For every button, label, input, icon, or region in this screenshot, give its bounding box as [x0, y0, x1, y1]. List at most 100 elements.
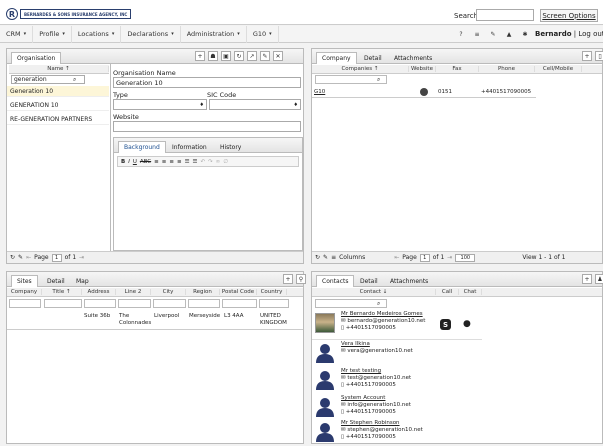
screen-options-button[interactable]: Screen Options [540, 9, 598, 22]
columns-link[interactable]: Columns [339, 254, 365, 261]
contact-phone[interactable]: ▯ +4401517090005 [341, 382, 396, 388]
link-icon[interactable]: ∞ [216, 159, 221, 165]
company-logo[interactable]: R BERNARDES & SONS INSURANCE AGENCY, INC [6, 8, 132, 20]
menu-locations[interactable]: Locations ▾ [72, 25, 122, 43]
filter-title[interactable] [44, 299, 82, 308]
list-item[interactable]: Mr Stephen Robinson ✉ stephen@generation… [312, 419, 482, 446]
underline-icon[interactable]: U [133, 159, 137, 165]
align-center-icon[interactable]: ≡ [162, 159, 167, 165]
refresh-icon[interactable]: ↻ [315, 254, 320, 261]
filter-address[interactable] [84, 299, 116, 308]
add-icon[interactable]: + [582, 51, 592, 61]
contact-phone[interactable]: ▯ +4401517090005 [341, 434, 396, 440]
add-icon[interactable]: + [582, 274, 592, 284]
users-icon[interactable]: ☗ [208, 51, 218, 61]
contact-email[interactable]: ✉ info@generation10.net [341, 402, 411, 408]
contact-email[interactable]: ✉ vera@generation10.net [341, 348, 413, 354]
globe-icon[interactable] [420, 88, 428, 96]
search-icon[interactable]: ⌕ [73, 76, 76, 84]
numbered-list-icon[interactable]: ☰ [193, 159, 198, 165]
list-item[interactable]: Mr test testing ✉ test@generation10.net … [312, 367, 482, 394]
filter-city[interactable] [153, 299, 186, 308]
search-icon[interactable]: ⌕ [377, 76, 380, 84]
list-item[interactable]: System Account ✉ info@generation10.net ▯… [312, 394, 482, 421]
align-right-icon[interactable]: ≡ [169, 159, 174, 165]
contact-name-link[interactable]: Mr test testing [341, 368, 381, 374]
strikethrough-icon[interactable]: ABC [140, 159, 151, 165]
contact-name-link[interactable]: Mr Stephen Robinson [341, 420, 400, 426]
user-name[interactable]: Bernardo [535, 30, 572, 38]
menu-declarations[interactable]: Declarations ▾ [121, 25, 181, 43]
italic-icon[interactable]: I [128, 159, 130, 165]
justify-icon[interactable]: ≡ [177, 159, 182, 165]
tab-detail[interactable]: Detail [41, 275, 71, 287]
search-icon[interactable]: ⌕ [377, 300, 380, 308]
tab-detail[interactable]: Detail [354, 275, 384, 287]
add-icon[interactable]: + [283, 274, 293, 284]
menu-crm[interactable]: CRM ▾ [0, 25, 34, 43]
tab-detail[interactable]: Detail [358, 52, 388, 64]
list-item[interactable]: RE-GENERATION PARTNERS [7, 114, 109, 125]
filter-country-select[interactable] [259, 299, 289, 308]
list-item[interactable]: Generation 10 [7, 86, 109, 97]
tab-map[interactable]: Map [70, 275, 95, 287]
first-page-icon[interactable]: ⇤ [26, 254, 31, 261]
column-cell[interactable]: Cell/Mobile [535, 66, 582, 72]
page-input[interactable]: 1 [419, 253, 430, 262]
menu-g10[interactable]: G10 ▾ [247, 25, 279, 43]
next-page-icon[interactable]: ⇥ [79, 254, 84, 261]
edit-icon[interactable]: ✎ [485, 31, 501, 38]
page-input[interactable]: 1 [51, 253, 62, 262]
tab-information[interactable]: Information [166, 141, 213, 153]
contact-email[interactable]: ✉ bernardo@generation10.net [341, 318, 425, 324]
contact-phone[interactable]: ▯ +4401517090005 [341, 409, 396, 415]
column-header-name[interactable]: Name ↑ [9, 65, 109, 74]
column-website[interactable]: Website [409, 66, 436, 72]
help-icon[interactable]: ? [453, 31, 469, 38]
align-left-icon[interactable]: ≡ [154, 159, 159, 165]
menu-administration[interactable]: Administration ▾ [181, 25, 247, 43]
column-address[interactable]: Address [82, 289, 116, 295]
menu-profile[interactable]: Profile ▾ [33, 25, 72, 43]
contact-name-link[interactable]: Mr Bernardo Medeiros Gomes [341, 311, 423, 317]
table-row[interactable]: G10 0151 +4401517090005 [312, 86, 536, 98]
org-name-field[interactable]: Generation 10 [113, 77, 301, 88]
column-phone[interactable]: Phone [479, 66, 535, 72]
contact-name-link[interactable]: Vera Ilkina [341, 341, 370, 347]
filter-region[interactable] [188, 299, 220, 308]
tab-organisation[interactable]: Organisation [11, 52, 62, 64]
trash-icon[interactable]: ✕ [273, 51, 283, 61]
list-icon[interactable]: ≡ [469, 31, 485, 38]
filter-company[interactable] [9, 299, 41, 308]
tab-sites[interactable]: Sites [11, 275, 38, 287]
page-size-select[interactable]: 100 [455, 253, 476, 262]
contact-phone[interactable]: ▯ +4401517090005 [341, 325, 396, 331]
column-postal[interactable]: Postal Code [220, 289, 257, 295]
unlink-icon[interactable]: ∅ [223, 159, 228, 165]
filter-line2[interactable] [118, 299, 151, 308]
person-icon[interactable]: ♟ [595, 274, 603, 284]
column-call[interactable]: Call [436, 289, 459, 295]
list-item[interactable]: Mr Bernardo Medeiros Gomes ✉ bernardo@ge… [312, 310, 482, 340]
location-pin-icon[interactable]: ⚲ [296, 274, 306, 284]
contact-email[interactable]: ✉ test@generation10.net [341, 375, 411, 381]
redo-icon[interactable]: ↷ [208, 159, 213, 165]
tab-attachments[interactable]: Attachments [388, 52, 438, 64]
refresh-icon[interactable]: ↻ [234, 51, 244, 61]
contact-email[interactable]: ✉ stephen@generation10.net [341, 427, 423, 433]
alert-icon[interactable]: ▲ [501, 31, 517, 38]
column-contact[interactable]: Contact ↓ [312, 289, 436, 295]
column-city[interactable]: City [151, 289, 186, 295]
list-item[interactable]: GENERATION 10 [7, 100, 109, 111]
sic-select[interactable]: ♦ [209, 99, 301, 110]
editor-textarea[interactable] [117, 169, 299, 248]
next-page-icon[interactable]: ⇥ [447, 254, 452, 261]
settings-icon[interactable]: ✱ [517, 31, 533, 38]
refresh-icon[interactable]: ↻ [10, 254, 15, 261]
column-title[interactable]: Title ↑ [42, 289, 82, 295]
bullet-list-icon[interactable]: ☰ [185, 159, 190, 165]
edit-icon[interactable]: ✎ [323, 254, 328, 261]
columns-icon[interactable]: ≡ [331, 254, 336, 261]
column-country[interactable]: Country [257, 289, 287, 295]
company-name-link[interactable]: G10 [314, 89, 325, 96]
